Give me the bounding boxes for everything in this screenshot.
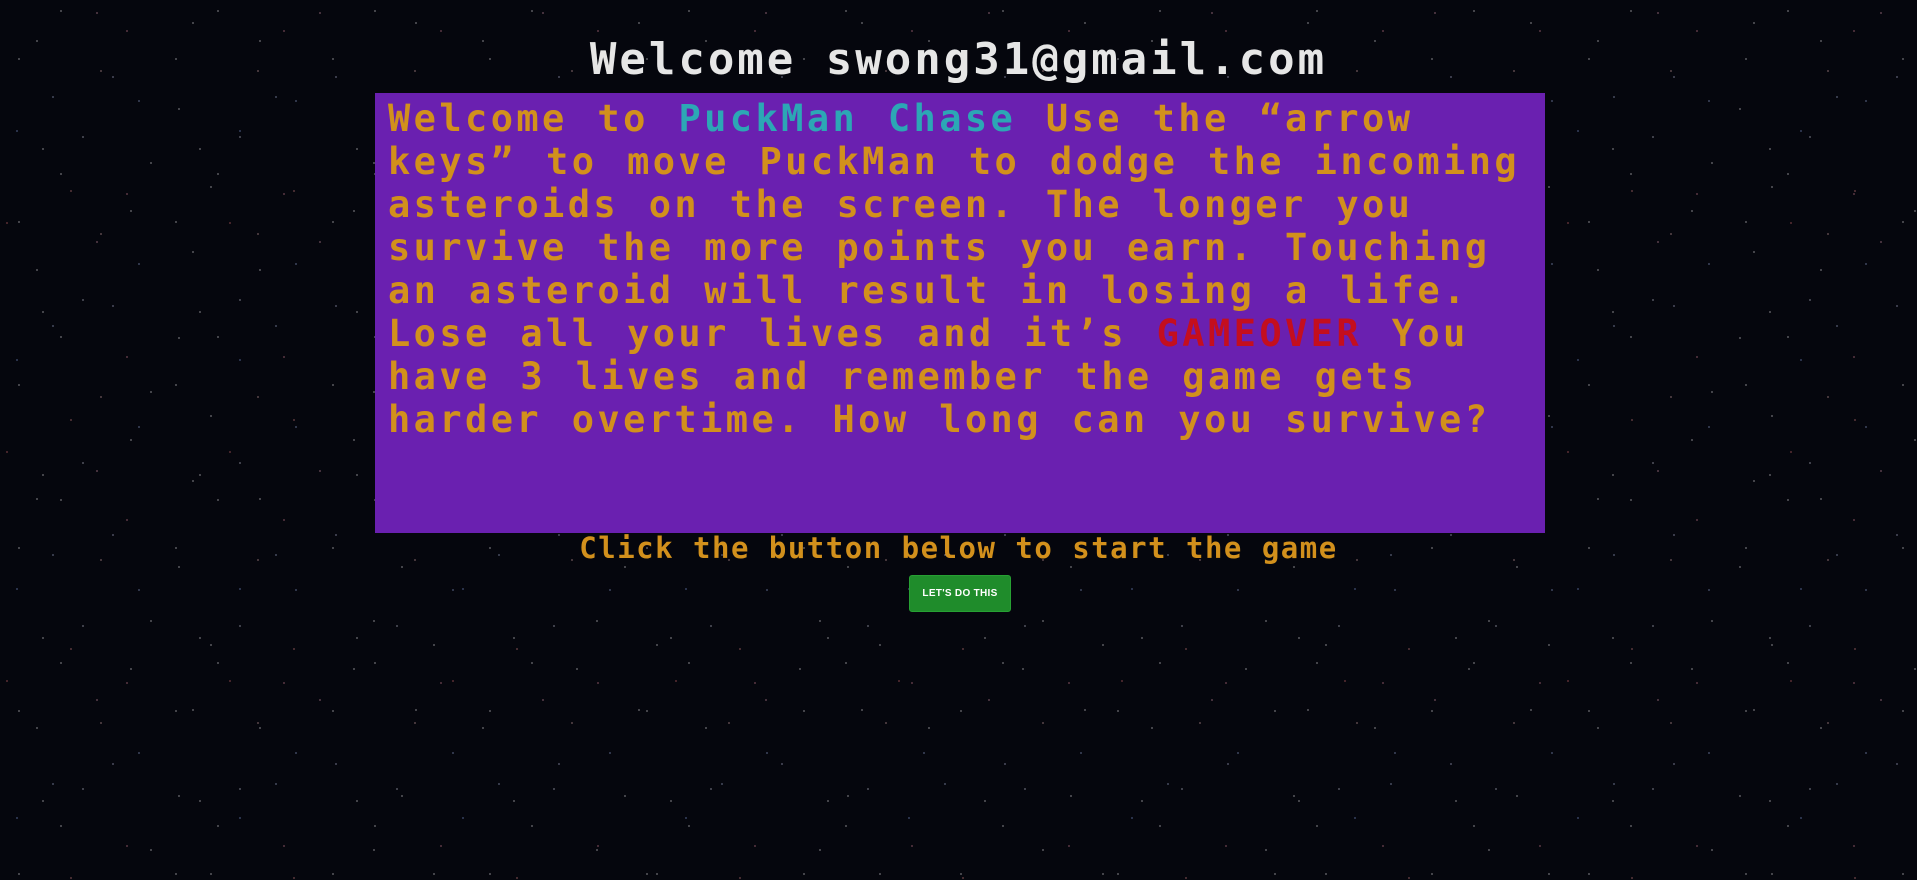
game-name-text: PuckMan Chase [678, 97, 1017, 140]
welcome-user-heading: Welcome swong31@gmail.com [589, 34, 1328, 85]
instructions-panel: Welcome to PuckMan Chase Use the “arrow … [375, 93, 1545, 533]
instructions-intro-text: Welcome to [388, 97, 679, 140]
start-prompt-text: Click the button below to start the game [579, 531, 1338, 565]
game-welcome-page: Welcome swong31@gmail.com Welcome to Puc… [0, 0, 1917, 880]
start-game-button[interactable]: LET'S DO THIS [909, 575, 1011, 612]
gameover-text: GAMEOVER [1156, 312, 1363, 355]
